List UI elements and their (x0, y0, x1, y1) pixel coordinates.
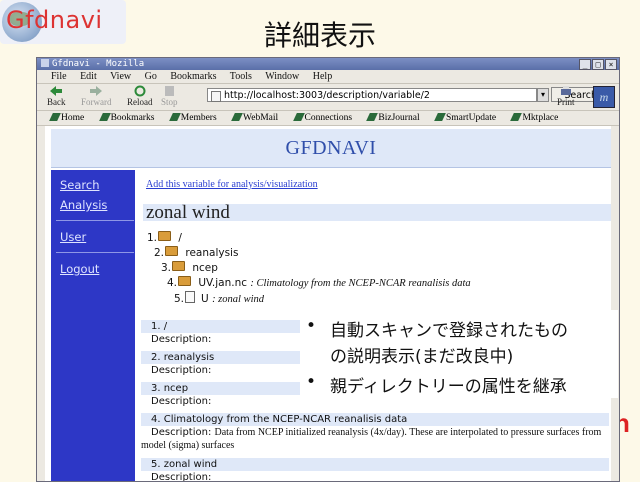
folder-icon (178, 276, 192, 286)
url-text: http://localhost:3003/description/variab… (224, 90, 430, 101)
sidebar-divider (56, 252, 134, 253)
menu-help[interactable]: Help (313, 71, 332, 82)
bookmark-icon (49, 113, 61, 121)
site-banner: GFDNAVI (51, 129, 611, 168)
bookmark-icon (366, 113, 379, 121)
stop-label: Stop (161, 97, 178, 107)
file-icon (185, 291, 196, 303)
bookmark-icon (231, 113, 243, 121)
forward-button[interactable]: Forward (81, 85, 112, 107)
back-label: Back (47, 97, 66, 107)
bookmark-icon (168, 113, 181, 121)
sidebar-divider (56, 220, 134, 221)
stop-icon (165, 86, 175, 96)
description-block: 4. Climatology from the NCEP-NCAR reanal… (141, 413, 609, 452)
maximize-button[interactable]: □ (592, 59, 604, 70)
print-button[interactable]: Print (557, 85, 575, 107)
reload-button[interactable]: Reload (127, 85, 153, 107)
add-variable-link[interactable]: Add this variable for analysis/visualiza… (146, 179, 318, 190)
folder-icon (172, 261, 186, 271)
window-title: Gfdnavi - Mozilla (52, 59, 145, 69)
menu-view[interactable]: View (110, 71, 131, 82)
tree-item[interactable]: 1. / (147, 231, 182, 244)
close-button[interactable]: × (605, 59, 617, 70)
sidebar-item-logout[interactable]: Logout (60, 262, 99, 276)
stop-button[interactable]: Stop (161, 85, 178, 107)
url-dropdown-button[interactable]: ▾ (537, 88, 549, 102)
window-titlebar[interactable]: Gfdnavi - Mozilla _ □ × (37, 58, 619, 70)
back-arrow-icon (50, 86, 63, 96)
window-icon (41, 59, 49, 67)
sidebar: Search Analysis User Logout (51, 170, 135, 481)
bookmark-icon (98, 113, 111, 121)
bookmark-webmail[interactable]: WebMail (231, 113, 285, 123)
bookmark-members[interactable]: Members (168, 113, 224, 123)
mozilla-throbber-icon[interactable]: m (593, 86, 615, 108)
page-icon (211, 91, 221, 102)
bookmark-icon (434, 113, 446, 121)
menu-bar: File Edit View Go Bookmarks Tools Window… (37, 70, 619, 84)
bookmarks-toolbar: Home Bookmarks Members WebMail Connectio… (37, 111, 619, 126)
url-bar[interactable]: http://localhost:3003/description/variab… (207, 88, 537, 102)
tree-item[interactable]: 5. U : zonal wind (174, 291, 264, 305)
printer-icon (560, 86, 571, 95)
bookmark-icon (510, 113, 523, 121)
menu-edit[interactable]: Edit (80, 71, 97, 82)
bullet-item-continued: の説明表示(まだ改良中) (330, 347, 514, 367)
reload-label: Reload (127, 97, 153, 107)
tree-item[interactable]: 3. ncep (161, 261, 218, 274)
menu-file[interactable]: File (51, 71, 67, 82)
description-body: Description: Data from NCEP initialized … (141, 427, 602, 451)
bookmark-bizjournal[interactable]: BizJournal (366, 113, 426, 123)
browser-window: Gfdnavi - Mozilla _ □ × File Edit View G… (36, 57, 620, 482)
menu-go[interactable]: Go (145, 71, 157, 82)
sidebar-item-analysis[interactable]: Analysis (60, 198, 107, 212)
bookmark-home[interactable]: Home (49, 113, 91, 123)
bullet-item: • 自動スキャンで登録されたもの (306, 316, 568, 341)
bookmark-mktplace[interactable]: Mktplace (510, 113, 565, 123)
tree-item[interactable]: 2. reanalysis (154, 246, 238, 259)
bookmark-smartupdate[interactable]: SmartUpdate (434, 113, 503, 123)
sidebar-item-user[interactable]: User (60, 230, 86, 244)
slide-title: 詳細表示 (263, 19, 376, 52)
menu-bookmarks[interactable]: Bookmarks (170, 71, 216, 82)
page-content: GFDNAVI Search Analysis User Logout Add … (45, 126, 611, 481)
tree-item[interactable]: 4. UV.jan.nc : Climatology from the NCEP… (167, 276, 471, 289)
nav-toolbar: Back Forward Reload Stop http://localhos… (37, 84, 619, 111)
bookmark-connections[interactable]: Connections (292, 113, 360, 123)
bullet-list: • 自動スキャンで登録されたもの の説明表示(まだ改良中) • 親ディレクトリーの属… (300, 310, 618, 398)
reload-icon (134, 85, 146, 97)
forward-label: Forward (81, 97, 112, 107)
description-block: 5. zonal wind Description: (141, 458, 609, 481)
sidebar-item-search[interactable]: Search (60, 178, 100, 192)
print-label: Print (557, 97, 575, 107)
back-button[interactable]: Back (47, 85, 66, 107)
description-header: 4. Climatology from the NCEP-NCAR reanal… (141, 413, 609, 426)
description-header: 5. zonal wind (141, 458, 609, 471)
menu-window[interactable]: Window (265, 71, 299, 82)
menu-tools[interactable]: Tools (230, 71, 252, 82)
minimize-button[interactable]: _ (579, 59, 591, 70)
folder-icon (165, 246, 179, 256)
bullet-item: • 親ディレクトリーの属性を継承 (306, 372, 567, 397)
bookmark-icon (292, 113, 305, 121)
forward-arrow-icon (90, 86, 103, 96)
bookmark-bookmarks[interactable]: Bookmarks (98, 113, 162, 123)
variable-title: zonal wind (143, 203, 611, 222)
folder-icon (158, 231, 172, 241)
